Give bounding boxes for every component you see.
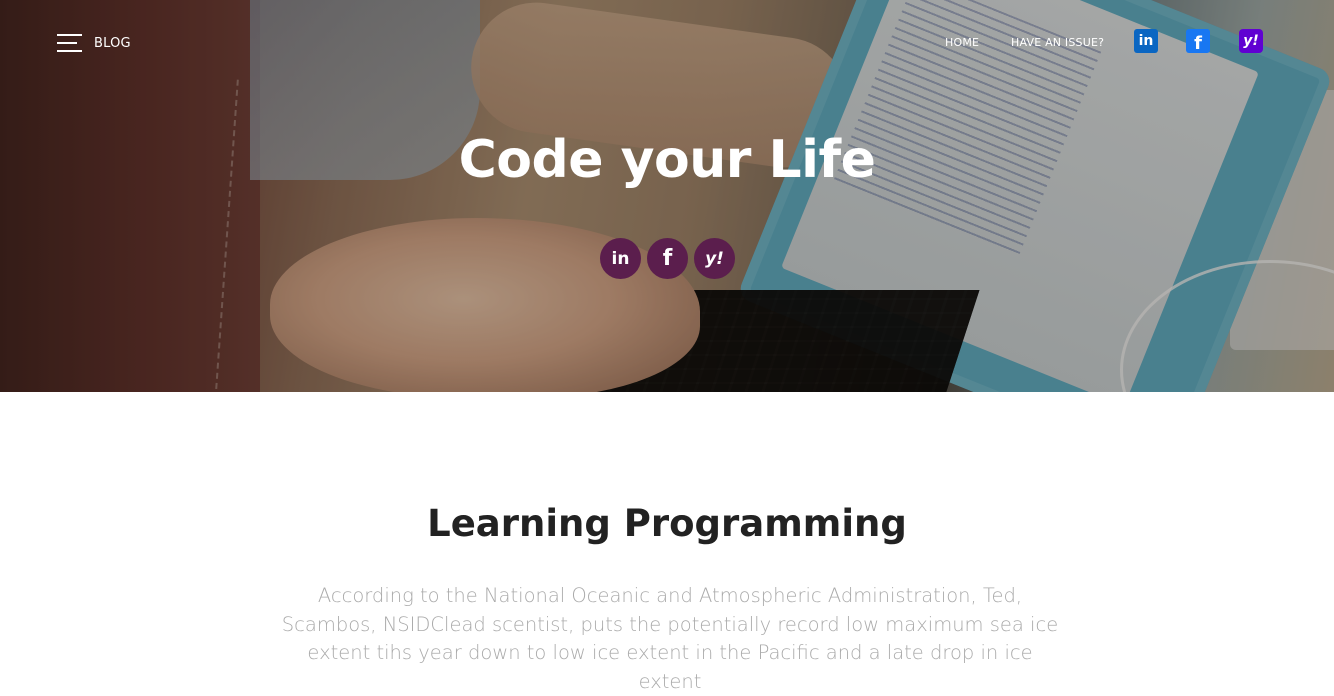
hero-title: Code your Life: [458, 130, 876, 190]
top-navigation-bar: BLOG HOME HAVE AN ISSUE? in f y!: [0, 0, 1334, 86]
section-paragraph: According to the National Oceanic and At…: [281, 584, 1059, 693]
yahoo-glyph: y!: [705, 248, 724, 269]
yahoo-icon[interactable]: y!: [1239, 29, 1263, 53]
nav-home-link[interactable]: HOME: [945, 36, 979, 49]
linkedin-glyph: in: [611, 248, 630, 269]
blog-menu-button[interactable]: BLOG: [57, 32, 137, 54]
menu-label[interactable]: BLOG: [94, 36, 131, 51]
linkedin-glyph: in: [1138, 33, 1154, 49]
hamburger-icon[interactable]: [57, 33, 82, 53]
main-content: Learning Programming According to the Na…: [0, 392, 1334, 693]
yahoo-glyph: y!: [1243, 33, 1259, 49]
linkedin-icon[interactable]: in: [1134, 29, 1158, 53]
yahoo-icon[interactable]: y!: [694, 238, 735, 279]
facebook-icon[interactable]: f: [647, 238, 688, 279]
hero-social-links: in f y!: [600, 238, 740, 280]
facebook-glyph: f: [1194, 32, 1202, 54]
nav-issue-link[interactable]: HAVE AN ISSUE?: [1011, 36, 1104, 49]
facebook-icon[interactable]: f: [1186, 29, 1210, 54]
linkedin-icon[interactable]: in: [600, 238, 641, 279]
section-title: Learning Programming: [427, 502, 907, 545]
hero-banner: BLOG HOME HAVE AN ISSUE? in f y! Code yo…: [0, 0, 1334, 392]
facebook-glyph: f: [662, 246, 673, 271]
